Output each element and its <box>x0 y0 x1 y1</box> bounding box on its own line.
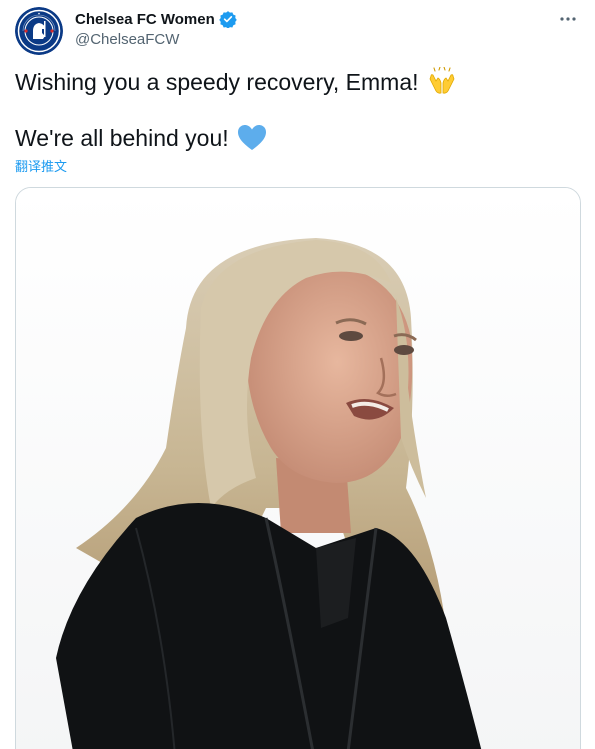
tweet-text: We're all behind you! <box>15 124 229 151</box>
author-handle[interactable]: @ChelseaFCW <box>75 31 179 48</box>
raising-hands-icon <box>427 66 457 97</box>
translate-tweet-link[interactable]: 翻译推文 <box>15 156 67 175</box>
tweet-text-line: Wishing you a speedy recovery, Emma! <box>15 66 457 97</box>
blue-heart-icon <box>237 123 267 153</box>
tweet-photo[interactable] <box>15 187 581 749</box>
tweet-text: Wishing you a speedy recovery, Emma! <box>15 68 419 95</box>
tweet-text-line: We're all behind you! <box>15 123 267 153</box>
verified-badge-icon <box>218 10 237 29</box>
avatar[interactable] <box>15 7 63 55</box>
photo-woman-blonde-black-jacket <box>16 188 580 749</box>
chelsea-crest-icon <box>15 7 63 55</box>
more-options-icon[interactable] <box>557 8 579 30</box>
author-display-name[interactable]: Chelsea FC Women <box>75 11 215 28</box>
tweet-card: Chelsea FC Women @ChelseaFCW Wishing you… <box>0 0 595 749</box>
author-name-row[interactable]: Chelsea FC Women <box>75 10 237 29</box>
